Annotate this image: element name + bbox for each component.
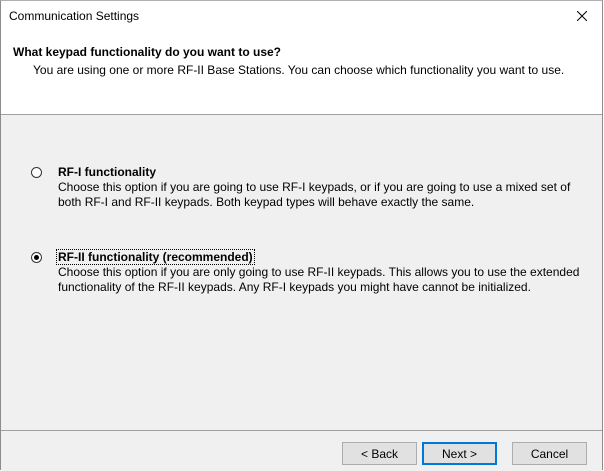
option-rf2-description: Choose this option if you are only going…: [58, 265, 580, 294]
header-title: What keypad functionality do you want to…: [13, 45, 282, 59]
option-rf1-label[interactable]: RF-I functionality: [58, 165, 156, 179]
close-button[interactable]: [562, 1, 602, 31]
radio-rf2[interactable]: [31, 252, 42, 263]
option-rf1-description: Choose this option if you are going to u…: [58, 180, 571, 209]
window-title: Communication Settings: [9, 9, 140, 23]
wizard-footer: < Back Next > Cancel: [1, 430, 602, 471]
cancel-button[interactable]: Cancel: [512, 442, 587, 465]
radio-rf1[interactable]: [31, 167, 42, 178]
wizard-body: RF-I functionality Choose this option if…: [1, 115, 602, 430]
title-bar: Communication Settings: [1, 1, 602, 31]
back-button[interactable]: < Back: [342, 442, 417, 465]
next-button[interactable]: Next >: [422, 442, 497, 465]
wizard-header: What keypad functionality do you want to…: [1, 31, 602, 115]
option-rf2-label[interactable]: RF-II functionality (recommended): [56, 249, 255, 265]
dialog-window: Communication Settings What keypad funct…: [0, 0, 603, 471]
close-icon: [577, 11, 587, 21]
header-subtitle: You are using one or more RF-II Base Sta…: [33, 63, 565, 77]
